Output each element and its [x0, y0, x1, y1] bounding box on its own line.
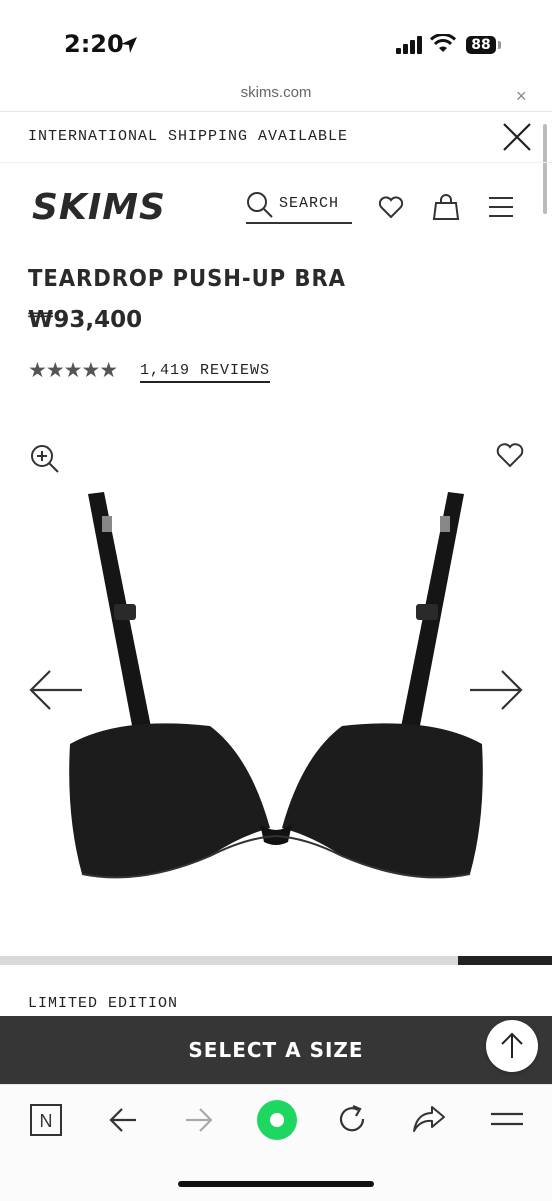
url-divider	[0, 111, 552, 112]
search-underline	[246, 222, 352, 224]
forward-arrow-icon[interactable]	[184, 1106, 214, 1134]
close-banner-icon[interactable]	[502, 122, 532, 152]
svg-text:N: N	[40, 1111, 53, 1131]
home-indicator	[178, 1181, 374, 1187]
shipping-banner: INTERNATIONAL SHIPPING AVAILABLE	[28, 128, 349, 145]
svg-text:SKIMS: SKIMS	[32, 187, 166, 225]
brand-logo[interactable]: SKIMS	[32, 185, 172, 225]
next-image-arrow-icon[interactable]	[468, 668, 524, 712]
limited-edition-label: LIMITED EDITION	[28, 995, 179, 1012]
wifi-icon	[430, 34, 456, 52]
banner-divider	[0, 162, 552, 163]
search-icon[interactable]	[246, 191, 274, 219]
zoom-in-icon[interactable]	[30, 444, 60, 474]
previous-image-arrow-icon[interactable]	[28, 668, 84, 712]
arrow-up-icon	[501, 1032, 523, 1058]
naver-home-icon[interactable]: N	[30, 1104, 62, 1136]
select-size-label: SELECT A SIZE	[188, 1038, 364, 1062]
green-dot-icon[interactable]	[256, 1099, 298, 1141]
wishlist-heart-icon[interactable]	[378, 195, 404, 219]
favorite-heart-icon[interactable]	[496, 442, 524, 468]
page-scrollbar[interactable]	[543, 124, 547, 214]
menu-hamburger-icon[interactable]	[488, 196, 514, 218]
reviews-link[interactable]: 1,419 REVIEWS	[140, 362, 271, 383]
location-arrow-icon	[121, 37, 137, 53]
battery-indicator: 88	[466, 36, 496, 54]
battery-tip	[498, 41, 501, 49]
back-to-top-button[interactable]	[486, 1020, 538, 1072]
cellular-signal-icon	[396, 36, 422, 54]
product-image[interactable]	[60, 486, 492, 896]
rating-stars[interactable]: ★★★★★	[28, 358, 118, 383]
menu-icon[interactable]	[490, 1108, 524, 1130]
back-arrow-icon[interactable]	[108, 1106, 138, 1134]
reload-icon[interactable]	[336, 1103, 368, 1135]
search-label[interactable]: SEARCH	[279, 195, 339, 212]
product-price: ₩93,400	[28, 307, 143, 333]
shopping-bag-icon[interactable]	[432, 193, 460, 221]
product-title: TEARDROP PUSH-UP BRA	[28, 266, 346, 292]
status-time: 2:20	[64, 30, 124, 58]
url-label[interactable]: skims.com	[0, 84, 552, 101]
gallery-progress-fill	[458, 956, 552, 965]
url-close-icon[interactable]: ×	[516, 86, 527, 107]
share-icon[interactable]	[412, 1104, 446, 1134]
